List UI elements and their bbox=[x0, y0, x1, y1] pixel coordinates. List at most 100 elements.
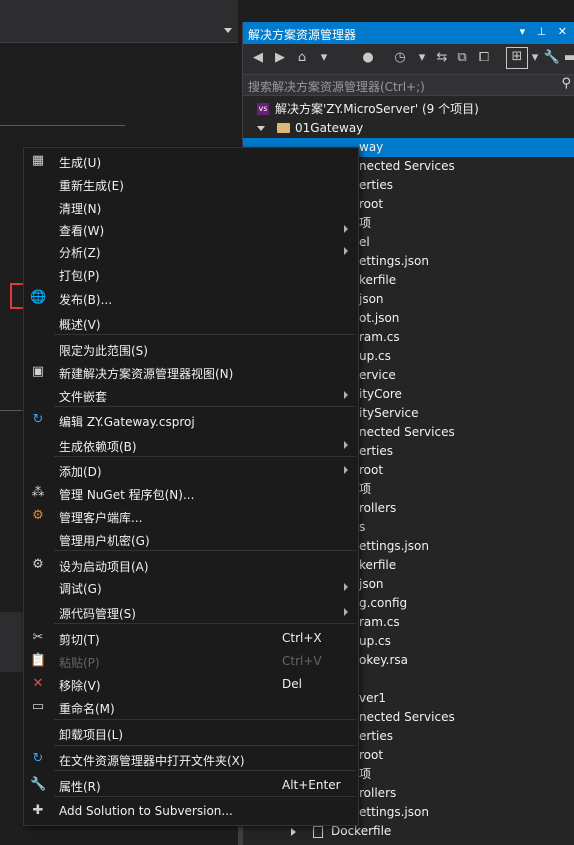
editor-divider bbox=[0, 125, 125, 126]
tree-item-label: ram.cs bbox=[359, 330, 400, 344]
subversion-icon: ✚ bbox=[32, 803, 44, 818]
tree-item[interactable]: 01Gateway bbox=[243, 119, 574, 138]
menu-item[interactable]: 添加(D) bbox=[24, 459, 358, 481]
menu-item-label: 粘贴(P) bbox=[59, 656, 100, 670]
history-dropdown-icon[interactable]: ▾ bbox=[413, 49, 431, 67]
menu-item[interactable]: 卸载项目(L) bbox=[24, 722, 358, 744]
tree-item-label: json bbox=[359, 577, 384, 591]
folder-icon bbox=[277, 123, 290, 133]
menu-item[interactable]: ↻ 编辑 ZY.Gateway.csproj bbox=[24, 409, 358, 431]
publish-globe-icon: 🌐 bbox=[30, 290, 47, 305]
track-dropdown-icon[interactable]: ▾ bbox=[526, 49, 544, 67]
panel-window-controls[interactable]: ▾ ⊥ ✕ bbox=[520, 25, 571, 38]
menu-item[interactable]: 概述(V) bbox=[24, 312, 358, 334]
tree-item-label: erties bbox=[359, 444, 393, 458]
submenu-arrow-icon bbox=[344, 391, 348, 399]
menu-item-label: 管理用户机密(G) bbox=[59, 534, 150, 548]
paste-icon: 📋 bbox=[30, 653, 47, 668]
tree-item-label: rollers bbox=[359, 501, 397, 515]
back-icon[interactable]: ◀ bbox=[249, 49, 267, 67]
menu-item[interactable]: 源代码管理(S) bbox=[24, 601, 358, 623]
menu-item[interactable]: ▦ 生成(U) bbox=[24, 150, 358, 172]
tree-item-label: 项 bbox=[359, 767, 372, 781]
sync-icon[interactable]: ⇆ bbox=[433, 49, 451, 67]
edit-refresh-icon: ↻ bbox=[32, 412, 44, 427]
search-icon[interactable]: ⚲ bbox=[561, 76, 571, 91]
panel-title: 解决方案资源管理器 bbox=[248, 28, 357, 42]
menu-item[interactable]: 文件嵌套 bbox=[24, 384, 358, 406]
pending-changes-icon[interactable]: ● bbox=[359, 49, 377, 67]
tree-item-label: way bbox=[359, 140, 384, 154]
menu-item[interactable]: 调试(G) bbox=[24, 576, 358, 598]
solution-explorer-search[interactable]: 搜索解决方案资源管理器(Ctrl+;) ⚲ bbox=[243, 75, 574, 96]
forward-icon[interactable]: ▶ bbox=[271, 49, 289, 67]
tree-item-label: 项 bbox=[359, 482, 372, 496]
submenu-arrow-icon bbox=[344, 225, 348, 233]
menu-item[interactable]: 查看(W) bbox=[24, 218, 358, 240]
menu-item[interactable]: 生成依赖项(B) bbox=[24, 434, 358, 456]
menu-item-label: 概述(V) bbox=[59, 318, 101, 332]
menu-item-label: 文件嵌套 bbox=[59, 390, 108, 404]
menu-item[interactable]: 打包(P) bbox=[24, 263, 358, 285]
history-icon[interactable]: ◷ bbox=[391, 49, 409, 67]
home-icon[interactable]: ⌂ bbox=[293, 49, 311, 67]
menu-item[interactable]: ✚ Add Solution to Subversion... bbox=[24, 800, 358, 822]
menu-item-label: Add Solution to Subversion... bbox=[59, 804, 233, 818]
menu-item-label: 编辑 ZY.Gateway.csproj bbox=[59, 415, 195, 429]
remove-x-icon: ✕ bbox=[32, 676, 44, 691]
submenu-arrow-icon bbox=[344, 247, 348, 255]
menu-item[interactable]: ⁂ 管理 NuGet 程序包(N)... bbox=[24, 482, 358, 504]
menu-item-label: 添加(D) bbox=[59, 465, 102, 479]
menu-item[interactable]: 管理用户机密(G) bbox=[24, 528, 358, 550]
menu-item[interactable]: 分析(Z) bbox=[24, 240, 358, 262]
submenu-arrow-icon bbox=[344, 608, 348, 616]
menu-separator bbox=[54, 719, 356, 720]
menu-item[interactable]: ✕ 移除(V) Del bbox=[24, 673, 358, 695]
tree-item-label: rollers bbox=[359, 786, 397, 800]
left-editor-header bbox=[0, 0, 238, 22]
track-active-item-icon[interactable]: ⊞ bbox=[506, 47, 528, 69]
menu-item[interactable]: ✂ 剪切(T) Ctrl+X bbox=[24, 627, 358, 649]
client-library-icon: ⚙ bbox=[32, 508, 44, 523]
menu-item[interactable]: ↻ 在文件资源管理器中打开文件夹(X) bbox=[24, 748, 358, 770]
tree-item[interactable]: ᴠs 解决方案'ZY.MicroServer' (9 个项目) bbox=[243, 100, 574, 119]
menu-item-shortcut: Del bbox=[282, 677, 302, 691]
tree-item-label: root bbox=[359, 748, 384, 762]
menu-separator bbox=[54, 770, 356, 771]
menu-item: 📋 粘贴(P) Ctrl+V bbox=[24, 650, 358, 672]
show-all-files-icon[interactable]: ⧠ bbox=[475, 49, 493, 67]
left-editor-tabbar bbox=[0, 22, 238, 43]
collapse-all-icon[interactable]: ⧉ bbox=[453, 49, 471, 67]
properties-wrench-icon[interactable]: 🔧 bbox=[543, 49, 561, 67]
menu-item[interactable]: ⚙ 设为启动项目(A) bbox=[24, 554, 358, 576]
tab-dropdown-arrow-icon[interactable] bbox=[224, 28, 232, 33]
menu-separator bbox=[54, 406, 356, 407]
editor-divider bbox=[0, 410, 24, 411]
menu-item-label: 移除(V) bbox=[59, 679, 101, 693]
menu-item-label: 设为启动项目(A) bbox=[59, 560, 149, 574]
menu-item[interactable]: ▭ 重命名(M) bbox=[24, 696, 358, 718]
menu-separator bbox=[54, 550, 356, 551]
preview-icon[interactable]: ▬ bbox=[561, 49, 574, 67]
search-input[interactable]: 搜索解决方案资源管理器(Ctrl+;) bbox=[248, 78, 425, 95]
tree-item-label: g.config bbox=[359, 596, 408, 610]
collapse-arrow-icon[interactable] bbox=[291, 828, 296, 836]
editor-strip bbox=[0, 612, 24, 672]
menu-separator bbox=[54, 456, 356, 457]
menu-item[interactable]: 🔧 属性(R) Alt+Enter bbox=[24, 774, 358, 796]
menu-item-label: 分析(Z) bbox=[59, 246, 101, 260]
open-folder-icon: ↻ bbox=[32, 751, 44, 766]
menu-item[interactable]: ⚙ 管理客户端库... bbox=[24, 505, 358, 527]
tree-item-label: ram.cs bbox=[359, 615, 400, 629]
switch-view-icon[interactable]: ▾ bbox=[315, 49, 333, 67]
menu-item[interactable]: 🌐 发布(B)... bbox=[24, 287, 358, 309]
menu-item[interactable]: 限定为此范围(S) bbox=[24, 338, 358, 360]
rename-icon: ▭ bbox=[31, 699, 45, 714]
menu-item[interactable]: 清理(N) bbox=[24, 196, 358, 218]
menu-item[interactable]: ▣ 新建解决方案资源管理器视图(N) bbox=[24, 361, 358, 383]
menu-item[interactable]: 重新生成(E) bbox=[24, 173, 358, 195]
expand-arrow-icon[interactable] bbox=[257, 126, 265, 131]
tree-item-label: ettings.json bbox=[359, 805, 429, 819]
menu-item-label: 查看(W) bbox=[59, 224, 105, 238]
menu-item-label: 卸载项目(L) bbox=[59, 728, 124, 742]
